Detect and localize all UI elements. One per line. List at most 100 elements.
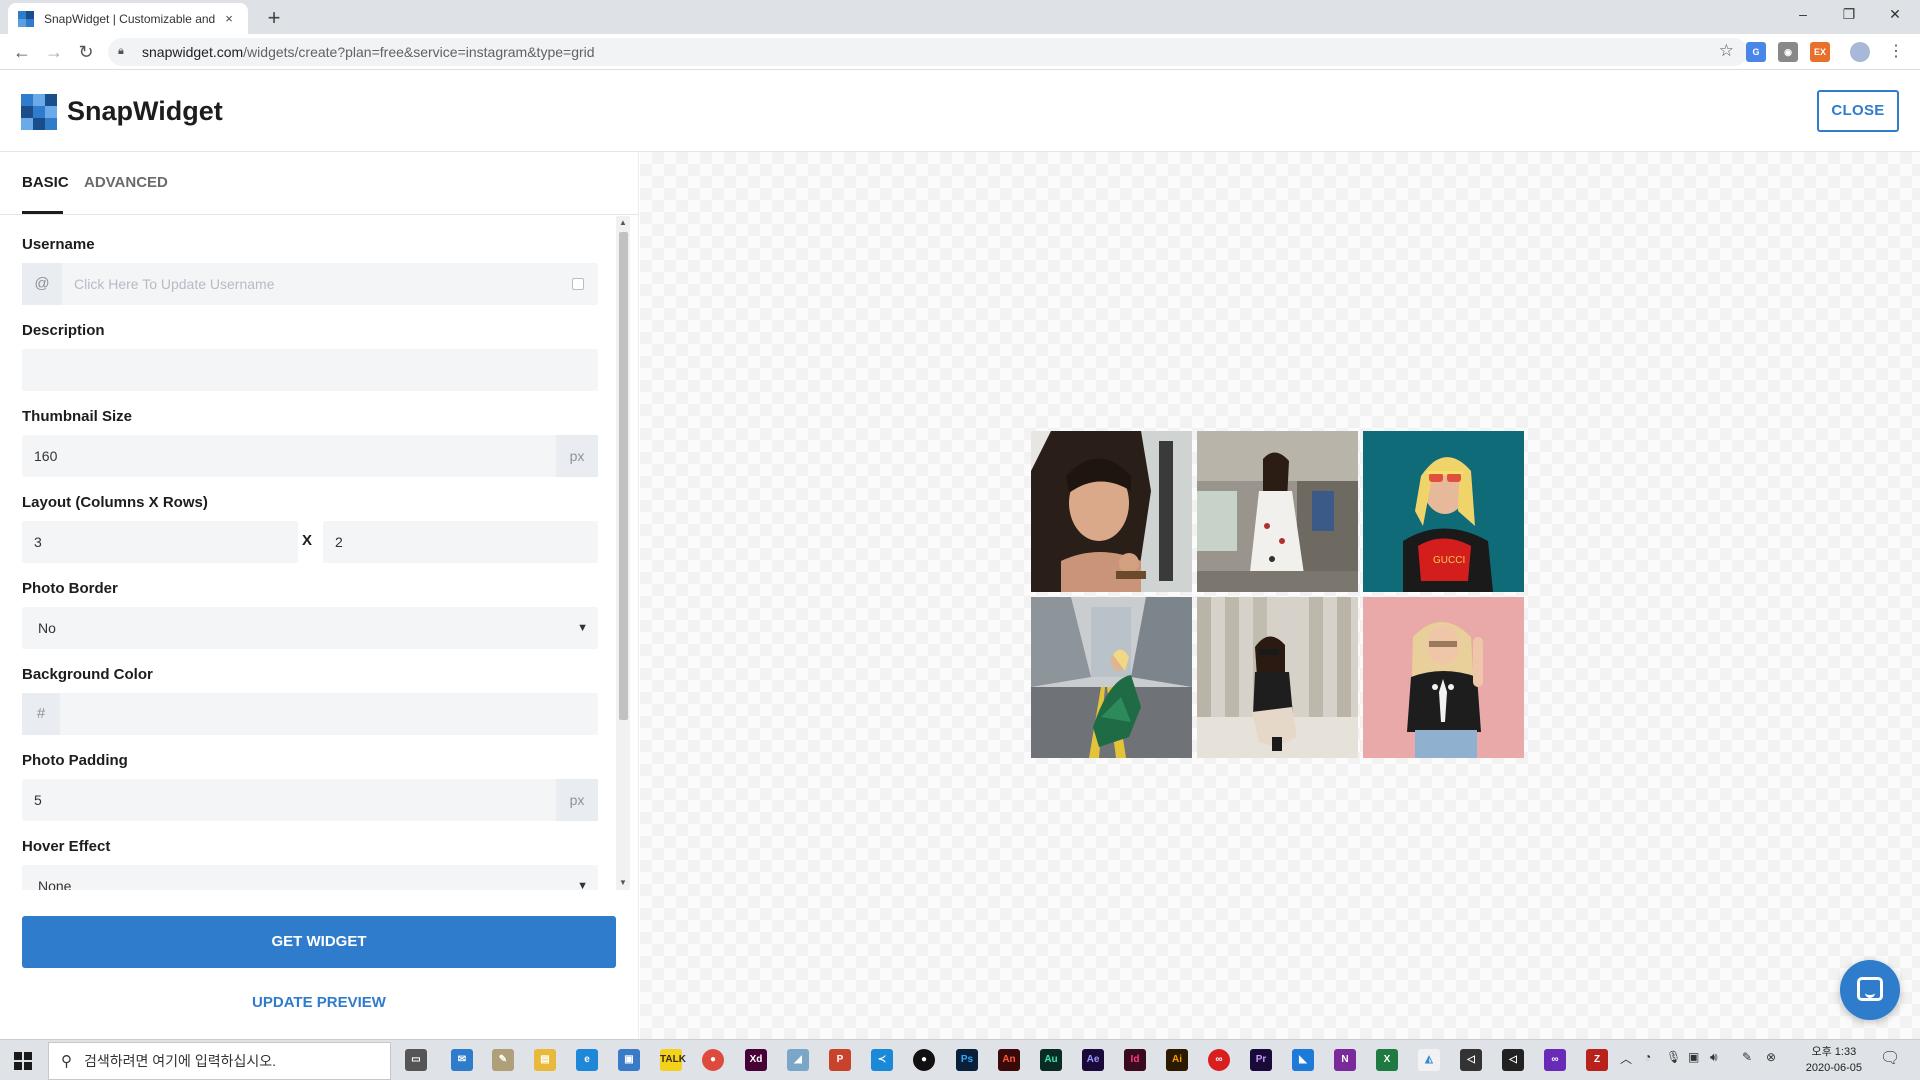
photo-border-select[interactable]: No ▼ <box>22 607 598 649</box>
microphone-icon[interactable]: 🎙︎ <box>1666 1050 1681 1064</box>
chevron-down-icon: ▼ <box>577 622 588 634</box>
app-icon[interactable]: ◢ <box>787 1049 809 1071</box>
volume-icon[interactable]: 🔊︎ <box>1710 1050 1718 1065</box>
window-close-button[interactable]: ✕ <box>1872 0 1918 30</box>
hover-effect-select[interactable]: None ▼ <box>22 865 598 890</box>
notifications-icon[interactable]: 🗨︎ <box>1880 1048 1900 1068</box>
update-preview-link[interactable]: UPDATE PREVIEW <box>22 994 616 1011</box>
tray-expand-icon[interactable]: ︿ <box>1620 1050 1632 1067</box>
photo-border-selected: No <box>38 620 56 636</box>
minimize-button[interactable]: – <box>1780 0 1826 30</box>
filezilla-icon[interactable]: Z <box>1586 1049 1608 1071</box>
translate-extension-icon[interactable]: G <box>1746 42 1766 62</box>
widget-preview: GUCCI <box>640 152 1920 1039</box>
paint-icon[interactable]: ✎ <box>492 1049 514 1071</box>
thumbnail-size-field[interactable]: 160 px <box>22 435 598 477</box>
taskbar-clock[interactable]: 오후 1:33 2020-06-05 <box>1806 1044 1862 1076</box>
browser-tab[interactable]: SnapWidget | Customizable and × <box>8 3 248 34</box>
unity-hub-icon[interactable]: ◁ <box>1502 1049 1524 1071</box>
scrollbar-thumb[interactable] <box>619 232 628 720</box>
chat-button[interactable] <box>1840 960 1900 1020</box>
profile-avatar[interactable] <box>1850 42 1870 62</box>
windows-start-icon[interactable] <box>14 1052 32 1070</box>
record-icon[interactable]: ● <box>913 1049 935 1071</box>
indesign-icon[interactable]: Id <box>1124 1049 1146 1071</box>
illustrator-icon[interactable]: Ai <box>1166 1049 1188 1071</box>
adobe-xd-icon[interactable]: Xd <box>745 1049 767 1071</box>
onenote-icon[interactable]: N <box>1334 1049 1356 1071</box>
grid-photo[interactable]: GUCCI <box>1363 431 1524 592</box>
photo-padding-unit: px <box>556 779 598 821</box>
settings-tabs: BASIC ADVANCED <box>0 152 639 215</box>
file-explorer-icon[interactable]: ▤ <box>534 1049 556 1071</box>
photoshop-icon[interactable]: Ps <box>956 1049 978 1071</box>
at-prefix: @ <box>22 263 62 305</box>
display-icon[interactable]: ▣ <box>1688 1050 1699 1064</box>
task-view-icon[interactable]: ▭ <box>405 1049 427 1071</box>
bookmark-star-icon[interactable]: ☆ <box>1719 41 1734 61</box>
app-icon[interactable]: ◭ <box>1418 1049 1440 1071</box>
back-icon[interactable]: ← <box>10 40 34 64</box>
status-icon[interactable]: ⊗ <box>1766 1050 1776 1064</box>
grid-photo[interactable] <box>1031 431 1192 592</box>
url-field[interactable]: 🔒︎ snapwidget.com/widgets/create?plan=fr… <box>108 38 1748 66</box>
after-effects-icon[interactable]: Ae <box>1082 1049 1104 1071</box>
scroll-up-icon[interactable]: ▲ <box>616 216 630 230</box>
visual-studio-icon[interactable]: ∞ <box>1544 1049 1566 1071</box>
grid-photo[interactable] <box>1363 597 1524 758</box>
form-scrollbar[interactable]: ▲ ▼ <box>616 216 630 890</box>
tab-advanced[interactable]: ADVANCED <box>84 174 168 191</box>
reload-icon[interactable]: ↻ <box>74 40 98 64</box>
edge-icon[interactable]: e <box>576 1049 598 1071</box>
mail-icon[interactable]: ✉ <box>451 1049 473 1071</box>
layout-rows-value: 2 <box>335 534 343 550</box>
restore-button[interactable]: ❐ <box>1826 0 1872 30</box>
chrome-icon[interactable]: ● <box>702 1049 724 1071</box>
grid-photo[interactable] <box>1197 431 1358 592</box>
username-checkbox[interactable] <box>572 278 584 290</box>
kakaotalk-icon[interactable]: TALK <box>660 1049 686 1071</box>
app-icon[interactable]: ◣ <box>1292 1049 1314 1071</box>
hover-effect-label: Hover Effect <box>22 838 111 855</box>
taskbar-search-input[interactable]: ⚲ 검색하려면 여기에 입력하십시오. <box>48 1042 391 1080</box>
lock-icon: 🔒︎ <box>118 45 124 57</box>
clock-time: 오후 1:33 <box>1811 1046 1857 1058</box>
description-field[interactable] <box>22 349 598 391</box>
username-field[interactable]: @ Click Here To Update Username <box>22 263 598 305</box>
network-icon[interactable]: ◔ <box>1644 1050 1651 1064</box>
layout-rows-field[interactable]: 2 <box>323 521 598 563</box>
close-button[interactable]: CLOSE <box>1817 90 1899 132</box>
camera-extension-icon[interactable]: ◉ <box>1778 42 1798 62</box>
scroll-down-icon[interactable]: ▼ <box>616 876 630 890</box>
get-widget-button[interactable]: GET WIDGET <box>22 916 616 968</box>
snapwidget-logo-icon <box>21 94 57 130</box>
store-icon[interactable]: ▣ <box>618 1049 640 1071</box>
vscode-icon[interactable]: ≺ <box>871 1049 893 1071</box>
hover-effect-selected: None <box>38 878 72 890</box>
extension-icon[interactable]: EX <box>1810 42 1830 62</box>
audition-icon[interactable]: Au <box>1040 1049 1062 1071</box>
unity-icon[interactable]: ◁ <box>1460 1049 1482 1071</box>
new-tab-button[interactable]: + <box>260 5 288 33</box>
browser-menu-icon[interactable]: ⋮ <box>1884 40 1908 64</box>
premiere-icon[interactable]: Pr <box>1250 1049 1272 1071</box>
background-color-field[interactable]: # <box>22 693 598 735</box>
grid-photo[interactable] <box>1197 597 1358 758</box>
photo-padding-field[interactable]: 5 px <box>22 779 598 821</box>
url-path: /widgets/create?plan=free&service=instag… <box>243 44 595 60</box>
powerpoint-icon[interactable]: P <box>829 1049 851 1071</box>
photo-border-label: Photo Border <box>22 580 118 597</box>
layout-columns-field[interactable]: 3 <box>22 521 298 563</box>
grid-photo[interactable] <box>1031 597 1192 758</box>
forward-icon[interactable]: → <box>42 40 66 64</box>
thumbnail-size-unit: px <box>556 435 598 477</box>
tab-close-icon[interactable]: × <box>220 11 238 26</box>
tab-basic[interactable]: BASIC <box>22 174 69 191</box>
creative-cloud-icon[interactable]: ∞ <box>1208 1049 1230 1071</box>
layout-label: Layout (Columns X Rows) <box>22 494 208 511</box>
pen-icon[interactable]: ✎ <box>1742 1050 1752 1064</box>
layout-columns-value: 3 <box>34 534 42 550</box>
excel-icon[interactable]: X <box>1376 1049 1398 1071</box>
animate-icon[interactable]: An <box>998 1049 1020 1071</box>
background-color-label: Background Color <box>22 666 153 683</box>
